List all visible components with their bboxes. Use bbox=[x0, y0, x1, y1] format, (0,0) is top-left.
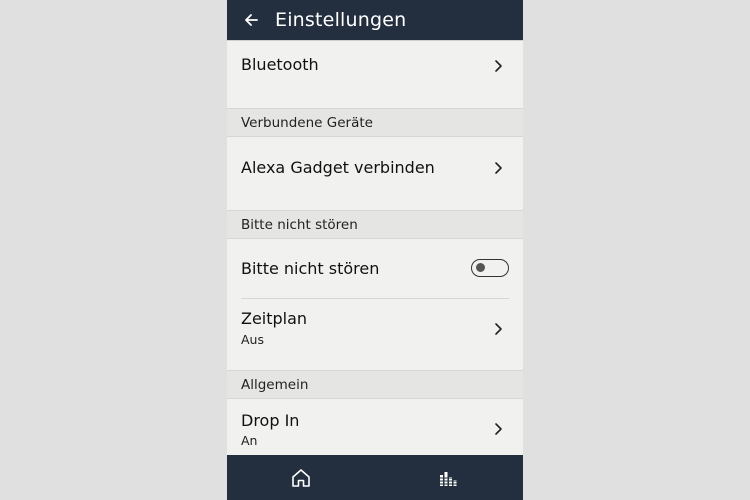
home-icon bbox=[292, 468, 310, 487]
chevron-right-icon bbox=[495, 323, 502, 335]
drop-in-value: An bbox=[241, 433, 258, 448]
section-title: Bitte nicht stören bbox=[241, 217, 358, 233]
app-header: Einstellungen bbox=[227, 0, 523, 41]
do-not-disturb-toggle[interactable] bbox=[471, 259, 509, 277]
device-screen: Einstellungen Bluetooth Verbundene Gerät… bbox=[227, 0, 523, 500]
page-title: Einstellungen bbox=[275, 9, 407, 31]
screen: Einstellungen Bluetooth Verbundene Gerät… bbox=[0, 0, 750, 500]
settings-list: Bluetooth Verbundene Geräte Alexa Gadget… bbox=[227, 41, 523, 455]
do-not-disturb-row: Bitte nicht stören bbox=[227, 239, 523, 297]
schedule-value: Aus bbox=[241, 332, 264, 347]
drop-in-row[interactable]: Drop In An bbox=[227, 399, 523, 455]
schedule-label: Zeitplan bbox=[241, 309, 308, 328]
drop-in-label: Drop In bbox=[241, 411, 300, 430]
back-button[interactable] bbox=[227, 0, 275, 41]
home-button[interactable] bbox=[227, 455, 375, 500]
connect-gadget-label: Alexa Gadget verbinden bbox=[241, 158, 435, 177]
chevron-right-icon bbox=[495, 60, 502, 72]
section-title: Verbundene Geräte bbox=[241, 115, 373, 131]
do-not-disturb-label: Bitte nicht stören bbox=[241, 259, 380, 278]
bluetooth-row[interactable]: Bluetooth bbox=[227, 41, 523, 108]
bottom-navigation bbox=[227, 455, 523, 500]
chevron-right-icon bbox=[495, 162, 502, 174]
section-header-connected-devices: Verbundene Geräte bbox=[227, 108, 523, 137]
chevron-right-icon bbox=[495, 423, 502, 435]
section-title: Allgemein bbox=[241, 377, 309, 393]
equalizer-icon bbox=[440, 471, 457, 486]
bluetooth-label: Bluetooth bbox=[241, 55, 319, 74]
schedule-row[interactable]: Zeitplan Aus bbox=[227, 299, 523, 370]
music-button[interactable] bbox=[375, 455, 523, 500]
connect-gadget-row[interactable]: Alexa Gadget verbinden bbox=[227, 137, 523, 210]
arrow-left-icon bbox=[245, 14, 258, 26]
section-header-do-not-disturb: Bitte nicht stören bbox=[227, 210, 523, 239]
toggle-knob bbox=[476, 263, 485, 272]
section-header-general: Allgemein bbox=[227, 370, 523, 399]
